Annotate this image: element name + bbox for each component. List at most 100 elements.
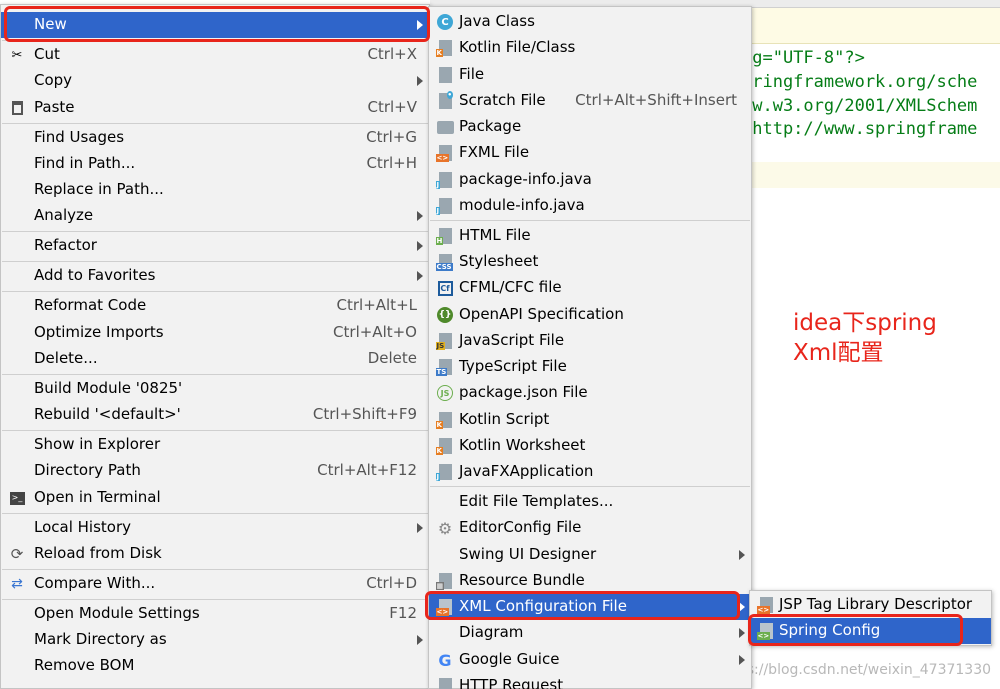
menu-item-label: Resource Bundle xyxy=(459,571,585,589)
shortcut: Ctrl+Alt+F12 xyxy=(317,461,417,479)
menu-item-compare-with[interactable]: ⇄ Compare With... Ctrl+D xyxy=(1,571,429,597)
menu-item-label: Stylesheet xyxy=(459,252,539,270)
http-file-icon xyxy=(436,677,454,689)
menu-item-open-in-terminal[interactable]: >_ Open in Terminal xyxy=(1,485,429,511)
menu-item-label: Cut xyxy=(34,45,60,63)
menu-item-directory-path[interactable]: Directory Path Ctrl+Alt+F12 xyxy=(1,458,429,484)
menu-item-label: Optimize Imports xyxy=(34,323,164,341)
menu-item-module-info[interactable]: Jmodule-info.java xyxy=(429,193,751,219)
menu-item-label: CFML/CFC file xyxy=(459,278,562,296)
code-line: ng="UTF-8"?> xyxy=(742,48,865,68)
menu-item-rebuild[interactable]: Rebuild '<default>' Ctrl+Shift+F9 xyxy=(1,402,429,428)
code-line: ww.w3.org/2001/XMLSchem xyxy=(742,96,978,116)
submenu-arrow-icon xyxy=(417,20,423,30)
menu-item-package-info[interactable]: Jpackage-info.java xyxy=(429,167,751,193)
menu-item-label: Kotlin Script xyxy=(459,410,550,428)
menu-item-delete[interactable]: Delete... Delete xyxy=(1,346,429,372)
menu-item-label: Paste xyxy=(34,98,75,116)
menu-item-new[interactable]: New xyxy=(1,12,429,38)
menu-item-analyze[interactable]: Analyze xyxy=(1,203,429,229)
menu-item-find-usages[interactable]: Find Usages Ctrl+G xyxy=(1,125,429,151)
menu-item-http-request[interactable]: HTTP Request xyxy=(429,673,751,689)
menu-item-kotlin-worksheet[interactable]: K Kotlin Worksheet xyxy=(429,433,751,459)
xml-file-icon: <> xyxy=(435,598,454,616)
menu-item-refactor[interactable]: Refactor xyxy=(1,233,429,259)
menu-item-remove-bom[interactable]: Remove BOM xyxy=(1,653,429,679)
menu-item-paste[interactable]: Paste Ctrl+V xyxy=(1,95,429,121)
menu-item-reload-from-disk[interactable]: ⟳ Reload from Disk xyxy=(1,541,429,567)
package-folder-icon xyxy=(436,118,454,136)
menu-item-swing-ui-designer[interactable]: Swing UI Designer xyxy=(429,542,751,568)
menu-item-typescript-file[interactable]: TS TypeScript File xyxy=(429,354,751,380)
menu-item-build-module[interactable]: Build Module '0825' xyxy=(1,376,429,402)
menu-item-label: JSP Tag Library Descriptor xyxy=(779,595,973,613)
menu-item-spring-config[interactable]: <> Spring Config xyxy=(750,618,991,644)
cfml-file-icon: Cf xyxy=(436,279,454,297)
menu-item-label: Mark Directory as xyxy=(34,630,167,648)
menu-separator xyxy=(2,123,428,124)
menu-item-kotlin-script[interactable]: K Kotlin Script xyxy=(429,407,751,433)
menu-item-reformat-code[interactable]: Reformat Code Ctrl+Alt+L xyxy=(1,293,429,319)
menu-item-diagram[interactable]: Diagram xyxy=(429,620,751,646)
menu-item-label: Find in Path... xyxy=(34,154,136,172)
menu-item-editorconfig-file[interactable]: ⚙ EditorConfig File xyxy=(429,515,751,541)
menu-item-scratch-file[interactable]: • Scratch File Ctrl+Alt+Shift+Insert xyxy=(429,88,751,114)
menu-item-file[interactable]: File xyxy=(429,62,751,88)
menu-item-openapi[interactable]: {} OpenAPI Specification xyxy=(429,302,751,328)
menu-item-local-history[interactable]: Local History xyxy=(1,515,429,541)
menu-item-kotlin-file[interactable]: K Kotlin File/Class xyxy=(429,35,751,61)
menu-item-label: Replace in Path... xyxy=(34,180,164,198)
menu-item-label: Build Module '0825' xyxy=(34,379,183,397)
menu-item-xml-configuration-file[interactable]: <> XML Configuration File xyxy=(429,594,751,620)
menu-item-label: Add to Favorites xyxy=(34,266,156,284)
submenu-arrow-icon xyxy=(739,628,745,638)
spring-xml-icon: <> xyxy=(756,622,775,640)
html-file-icon: H xyxy=(435,227,454,245)
xml-file-icon: <> xyxy=(756,596,775,614)
menu-item-label: Rebuild '<default>' xyxy=(34,405,181,423)
menu-item-find-in-path[interactable]: Find in Path... Ctrl+H xyxy=(1,151,429,177)
shortcut: Ctrl+G xyxy=(366,128,417,146)
menu-item-google-guice[interactable]: G Google Guice xyxy=(429,647,751,673)
shortcut: Ctrl+V xyxy=(367,98,417,116)
javascript-file-icon: JS xyxy=(435,332,454,350)
menu-item-open-module-settings[interactable]: Open Module Settings F12 xyxy=(1,601,429,627)
typescript-file-icon: TS xyxy=(435,358,454,376)
menu-item-java-class[interactable]: C Java Class xyxy=(429,9,751,35)
openapi-icon: {} xyxy=(436,306,454,324)
java-file-icon: J xyxy=(435,197,454,215)
menu-separator xyxy=(2,374,428,375)
menu-item-edit-file-templates[interactable]: Edit File Templates... xyxy=(429,489,751,515)
menu-item-stylesheet[interactable]: CSS Stylesheet xyxy=(429,249,751,275)
code-line: pringframework.org/sche xyxy=(742,72,978,92)
menu-item-cfml-file[interactable]: Cf CFML/CFC file xyxy=(429,275,751,301)
menu-item-label: Find Usages xyxy=(34,128,125,146)
menu-item-label: package.json File xyxy=(459,383,588,401)
scratch-file-icon: • xyxy=(436,91,454,110)
menu-item-copy[interactable]: Copy xyxy=(1,68,429,94)
menu-item-add-to-favorites[interactable]: Add to Favorites xyxy=(1,263,429,289)
menu-item-package-json[interactable]: JS package.json File xyxy=(429,380,751,406)
shortcut: Ctrl+X xyxy=(367,45,417,63)
menu-item-jsp-tag-library-descriptor[interactable]: <> JSP Tag Library Descriptor xyxy=(750,592,991,618)
submenu-arrow-icon xyxy=(739,550,745,560)
menu-item-javascript-file[interactable]: JS JavaScript File xyxy=(429,328,751,354)
resource-bundle-icon: ▦ xyxy=(435,572,454,590)
menu-item-label: Directory Path xyxy=(34,461,141,479)
terminal-icon: >_ xyxy=(8,489,26,507)
menu-item-show-in-explorer[interactable]: Show in Explorer xyxy=(1,432,429,458)
menu-item-javafx-application[interactable]: J JavaFXApplication xyxy=(429,459,751,485)
menu-item-cut[interactable]: ✂ Cut Ctrl+X xyxy=(1,42,429,68)
menu-item-html-file[interactable]: H HTML File xyxy=(429,223,751,249)
menu-item-optimize-imports[interactable]: Optimize Imports Ctrl+Alt+O xyxy=(1,320,429,346)
menu-item-replace-in-path[interactable]: Replace in Path... xyxy=(1,177,429,203)
menu-separator xyxy=(2,513,428,514)
menu-item-label: Refactor xyxy=(34,236,97,254)
menu-item-mark-directory-as[interactable]: Mark Directory as xyxy=(1,627,429,653)
menu-item-fxml-file[interactable]: <> FXML File xyxy=(429,140,751,166)
menu-item-label: Diagram xyxy=(459,623,524,641)
code-line: 'http://www.springframe xyxy=(742,119,978,139)
menu-item-resource-bundle[interactable]: ▦ Resource Bundle xyxy=(429,568,751,594)
menu-item-package[interactable]: Package xyxy=(429,114,751,140)
menu-item-label: Reload from Disk xyxy=(34,544,162,562)
